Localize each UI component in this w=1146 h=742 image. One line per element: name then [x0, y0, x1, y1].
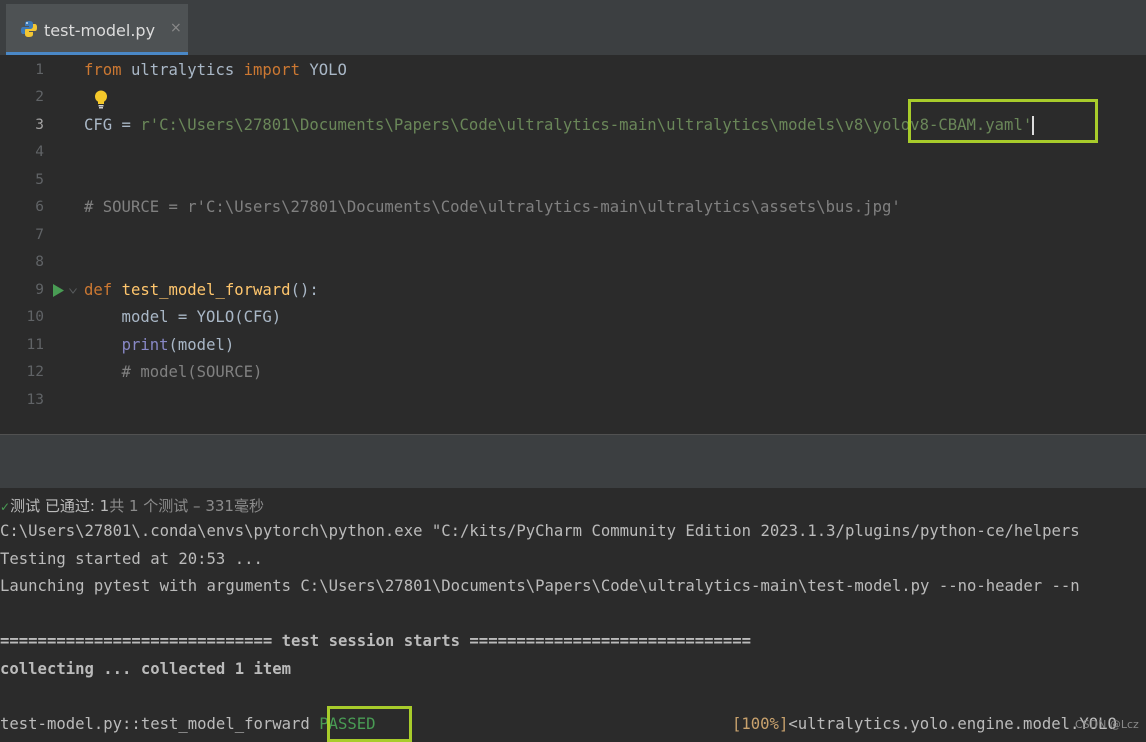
console-line-result: test-model.py::test_model_forward PASSED — [0, 715, 376, 733]
line-number: 5 — [35, 172, 44, 188]
lightbulb-icon[interactable] — [94, 90, 108, 109]
tests-detail-label: 共 1 个测试 – 331毫秒 — [109, 497, 264, 515]
check-icon: ✓ — [0, 500, 11, 514]
tab-label: test-model.py — [44, 21, 156, 40]
tab-test-model-py[interactable]: test-model.py × — [6, 4, 188, 55]
console-line-started: Testing started at 20:53 ... — [0, 550, 263, 568]
progress-percent: [100%] — [732, 715, 789, 733]
console-line-result-tail: [100%]<ultralytics.yolo.engine.model.YOL… — [732, 715, 1117, 733]
watermark: CSDN @Lcz — [1075, 718, 1139, 731]
line-number: 7 — [35, 227, 44, 243]
builtin-name: print — [121, 336, 169, 354]
close-tab-icon[interactable]: × — [170, 20, 182, 36]
tests-passed-label: 测试 已通过: 1 — [10, 497, 110, 515]
line-number: 4 — [35, 144, 44, 160]
line-number: 2 — [35, 89, 44, 105]
function-name: test_model_forward — [121, 281, 291, 299]
code-line-1: from ultralytics import YOLO — [84, 61, 347, 79]
line-number: 9 — [35, 282, 44, 298]
line-number: 3 — [35, 117, 44, 133]
code-text: (model) — [168, 336, 235, 354]
fold-icon[interactable] — [69, 288, 77, 294]
console-line-launching: Launching pytest with arguments C:\Users… — [0, 577, 1080, 595]
keyword: from — [84, 61, 122, 79]
line-number: 6 — [35, 199, 44, 215]
console-line-collecting: collecting ... collected 1 item — [0, 660, 291, 678]
code-line-12: # model(SOURCE) — [84, 363, 263, 381]
collecting-text: collecting ... collected 1 item — [0, 660, 292, 678]
code-line-11: print(model) — [84, 336, 235, 354]
code-line-3: CFG = r'C:\Users\27801\Documents\Papers\… — [84, 116, 1032, 134]
editor-splitter[interactable] — [0, 434, 1146, 488]
keyword: def — [84, 281, 113, 299]
code-text: (): — [290, 281, 319, 299]
run-test-icon[interactable] — [52, 284, 64, 297]
code-line-6: # SOURCE = r'C:\Users\27801\Documents\Co… — [84, 198, 901, 216]
line-number: 8 — [35, 254, 44, 270]
annotation-highlight-box — [908, 99, 1098, 143]
variable-assign: CFG = — [84, 116, 141, 134]
string-literal: r'C:\Users\27801\Documents\Papers\Code\u… — [140, 116, 1033, 134]
line-number: 1 — [35, 62, 44, 78]
test-status: ✓测试 已通过: 1共 1 个测试 – 331毫秒 — [0, 495, 264, 516]
model-repr: <ultralytics.yolo.engine.model.YOLO — [788, 715, 1117, 733]
python-file-icon — [21, 21, 37, 37]
annotation-highlight-box — [327, 706, 412, 742]
class-name: YOLO — [299, 61, 347, 79]
test-id: test-model.py::test_model_forward — [0, 715, 320, 733]
editor-tab-bar: test-model.py × — [0, 0, 1146, 55]
line-number: 11 — [26, 337, 44, 353]
keyword: import — [243, 61, 300, 79]
module-name: ultralytics — [121, 61, 244, 79]
run-status-bar: ✓测试 已通过: 1共 1 个测试 – 331毫秒 — [0, 488, 1146, 518]
console-line-command: C:\Users\27801\.conda\envs\pytorch\pytho… — [0, 522, 1080, 540]
console-line-session-start: ============================= test sessi… — [0, 632, 752, 650]
code-line-10: model = YOLO(CFG) — [84, 308, 282, 326]
code-line-9: def test_model_forward(): — [84, 281, 319, 299]
line-number: 10 — [26, 309, 44, 325]
line-number: 12 — [26, 364, 44, 380]
line-number: 13 — [26, 392, 44, 408]
